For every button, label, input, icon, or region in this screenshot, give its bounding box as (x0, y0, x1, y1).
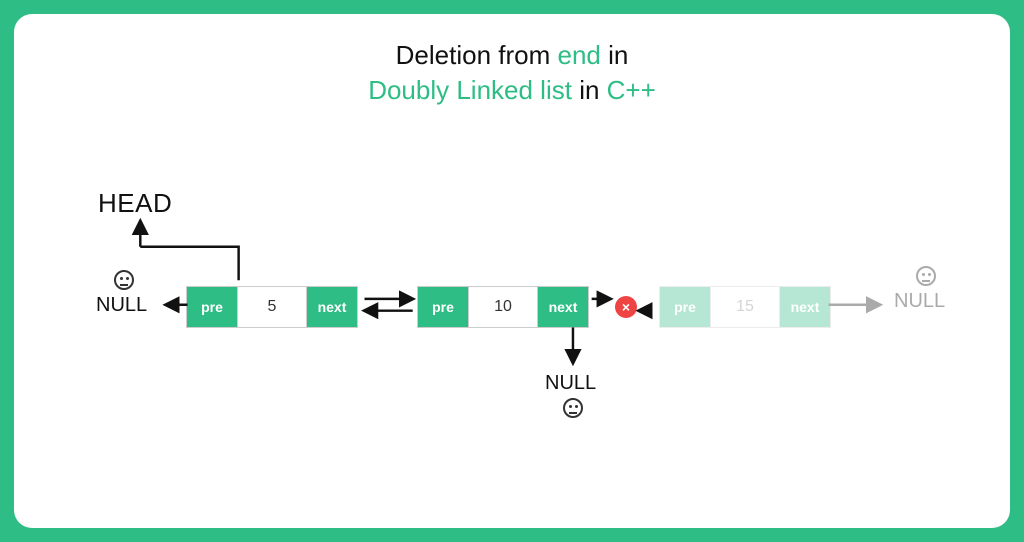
title-text: in (601, 40, 628, 70)
title-text: Deletion from (396, 40, 558, 70)
arrows-layer (14, 174, 1010, 528)
linked-list-diagram: HEAD NULL pre 5 next pre 10 next pre 15 … (14, 174, 1010, 528)
diagram-title: Deletion from end in Doubly Linked list … (14, 14, 1010, 108)
title-text: in (572, 75, 607, 105)
title-accent-dll: Doubly Linked list (368, 75, 572, 105)
title-accent-end: end (557, 40, 600, 70)
canvas: Deletion from end in Doubly Linked list … (14, 14, 1010, 528)
title-accent-cpp: C++ (607, 75, 656, 105)
